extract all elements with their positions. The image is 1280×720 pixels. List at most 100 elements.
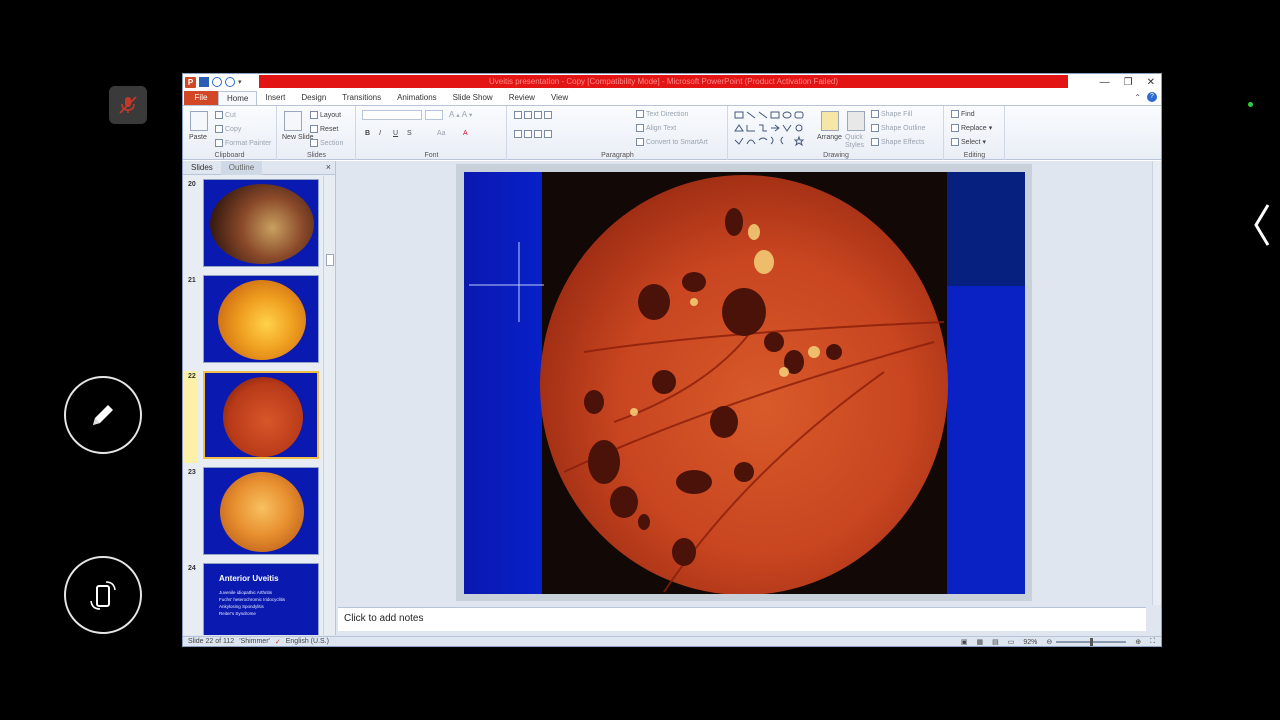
replace-icon [951, 124, 959, 132]
editor-scrollbar[interactable] [1152, 161, 1161, 605]
screen: P ▾ Uveitis presentation - Copy [Compati… [0, 0, 1280, 720]
slide-thumbnail-22[interactable]: 22 [183, 371, 323, 463]
slideshow-view-icon[interactable]: ▭ [1008, 638, 1015, 646]
slide-thumbnail-20[interactable]: 20 [183, 179, 323, 271]
grow-font-button[interactable]: A ▴ A ▾ [449, 110, 472, 119]
slide-thumbnail-24[interactable]: 24 Anterior Uveitis Juvenile idiopathic … [183, 563, 323, 635]
undo-icon[interactable] [212, 77, 222, 87]
tab-slides-panel[interactable]: Slides [183, 163, 221, 172]
zoom-in-icon[interactable]: ⊕ [1135, 638, 1141, 646]
notes-pane[interactable]: Click to add notes [338, 607, 1146, 631]
tab-slide-show[interactable]: Slide Show [445, 91, 501, 105]
tab-design[interactable]: Design [293, 91, 334, 105]
sorter-view-icon[interactable]: ▦ [976, 638, 983, 646]
strike-button[interactable]: S [407, 130, 412, 137]
clipboard-label: Clipboard [214, 152, 245, 159]
tab-insert[interactable]: Insert [257, 91, 293, 105]
arrange-button[interactable]: Arrange [817, 134, 842, 141]
scrollbar-thumb[interactable] [326, 254, 334, 266]
slide-info: Slide 22 of 112 [188, 638, 235, 645]
minimize-icon[interactable]: — [1100, 77, 1110, 88]
zoom-knob[interactable] [1090, 638, 1094, 646]
tab-animations[interactable]: Animations [389, 91, 445, 105]
language[interactable]: English (U.S.) [286, 638, 329, 645]
align-buttons[interactable] [514, 130, 552, 138]
normal-view-icon[interactable]: ▣ [961, 638, 968, 646]
slide-thumbnail-23[interactable]: 23 [183, 467, 323, 559]
align-text-button[interactable]: Align Text [636, 124, 676, 132]
zoom-controls: ▣ ▦ ▤ ▭ 92% ⊖ ⊕ ⛶ [956, 637, 1155, 646]
close-icon[interactable]: ✕ [1147, 77, 1155, 88]
text-direction-button[interactable]: Text Direction [636, 110, 688, 118]
fit-slide-icon[interactable]: ⛶ [1150, 638, 1155, 646]
shape-fill-button[interactable]: Shape Fill [871, 110, 912, 118]
zoom-level[interactable]: 92% [1023, 639, 1037, 646]
bold-button[interactable]: B [365, 130, 370, 137]
find-button[interactable]: Find [951, 110, 975, 118]
status-bar: Slide 22 of 112 'Shimmer' ✓ English (U.S… [183, 636, 1161, 646]
ribbon-tabs: File Home Insert Design Transitions Anim… [183, 90, 1161, 105]
smartart-icon [636, 138, 644, 146]
close-panel-icon[interactable]: × [326, 162, 331, 172]
layout-button[interactable]: Layout [310, 111, 341, 119]
slide-preview [203, 467, 319, 555]
reset-button[interactable]: Reset [310, 125, 338, 133]
font-family-select[interactable] [362, 110, 422, 120]
underline-button[interactable]: U [393, 130, 398, 137]
tab-view[interactable]: View [543, 91, 576, 105]
shapes-icon [734, 111, 805, 147]
quick-access-toolbar: P ▾ [183, 74, 242, 90]
font-size-select[interactable] [425, 110, 443, 120]
save-icon[interactable] [199, 77, 209, 87]
zoom-slider[interactable] [1056, 638, 1127, 646]
powerpoint-window: P ▾ Uveitis presentation - Copy [Compati… [182, 73, 1162, 647]
tab-outline-panel[interactable]: Outline [220, 160, 263, 175]
shapes-gallery[interactable] [734, 110, 814, 148]
spellcheck-icon[interactable]: ✓ [275, 638, 281, 646]
slides-group: New Slide Layout Reset Section Slides [278, 106, 356, 160]
quick-styles-button[interactable]: Quick Styles [845, 134, 865, 150]
tab-review[interactable]: Review [501, 91, 543, 105]
slide-number: 24 [188, 565, 196, 572]
ribbon-right-controls: ⌃ ? [1134, 92, 1157, 102]
customize-qat-icon[interactable]: ▾ [238, 78, 242, 86]
bullets-button[interactable] [514, 111, 552, 119]
shape-outline-button[interactable]: Shape Outline [871, 124, 925, 132]
select-button[interactable]: Select ▾ [951, 138, 986, 146]
collapse-panel-button[interactable] [1248, 200, 1276, 250]
new-slide-button[interactable]: New Slide [282, 134, 314, 141]
minimize-ribbon-icon[interactable]: ⌃ [1134, 93, 1141, 102]
current-slide[interactable] [464, 172, 1025, 594]
reading-view-icon[interactable]: ▤ [992, 638, 999, 646]
smartart-button[interactable]: Convert to SmartArt [636, 138, 708, 146]
format-painter-button[interactable]: Format Painter [215, 139, 271, 147]
bullet-item: Reiter's Syndrome [219, 611, 256, 616]
paste-button[interactable]: Paste [189, 134, 207, 141]
copy-icon [215, 125, 223, 133]
rotate-screen-button[interactable] [64, 556, 142, 634]
zoom-out-icon[interactable]: ⊖ [1046, 638, 1052, 646]
edit-button[interactable] [64, 376, 142, 454]
theme-name: 'Shimmer' [239, 638, 270, 645]
mute-mic-button[interactable] [109, 86, 147, 124]
outline-icon [871, 124, 879, 132]
tab-home[interactable]: Home [218, 91, 258, 105]
slide-thumbnail-21[interactable]: 21 [183, 275, 323, 367]
cut-button[interactable]: Cut [215, 111, 236, 119]
tab-file[interactable]: File [184, 91, 218, 105]
restore-icon[interactable]: ❐ [1124, 77, 1133, 88]
shape-effects-button[interactable]: Shape Effects [871, 138, 924, 146]
change-case-button[interactable]: Aa [437, 130, 446, 137]
help-icon[interactable]: ? [1147, 92, 1157, 102]
justify-icon [544, 130, 552, 138]
fill-icon [871, 110, 879, 118]
repeat-icon[interactable] [225, 77, 235, 87]
font-color-button[interactable]: A [463, 130, 468, 137]
thumbnail-scrollbar[interactable] [323, 176, 335, 635]
copy-button[interactable]: Copy [215, 125, 241, 133]
tab-transitions[interactable]: Transitions [334, 91, 389, 105]
section-button[interactable]: Section [310, 139, 343, 147]
italic-button[interactable]: I [379, 130, 381, 137]
paragraph-label: Paragraph [601, 152, 634, 159]
replace-button[interactable]: Replace ▾ [951, 124, 992, 132]
